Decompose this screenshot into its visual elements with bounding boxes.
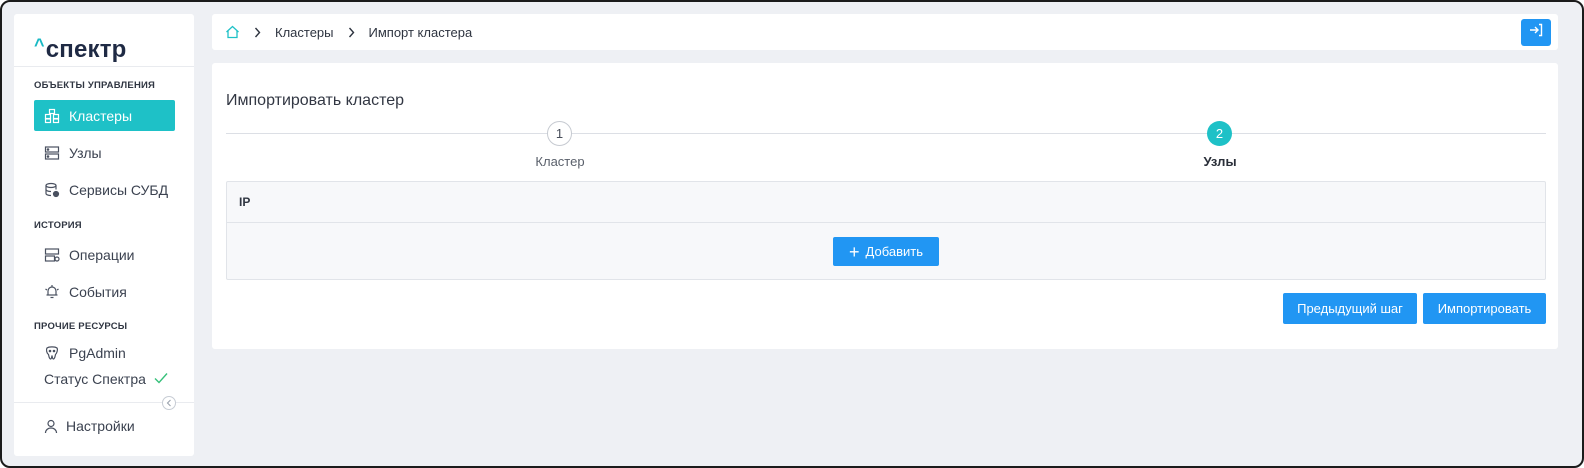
check-icon <box>154 371 168 387</box>
step-1-label: Кластер <box>535 154 585 169</box>
step-2-circle: 2 <box>1207 121 1232 146</box>
status-label: Статус Спектра <box>44 371 146 387</box>
sidebar-item-operations[interactable]: Операции <box>34 239 175 270</box>
previous-step-button[interactable]: Предыдущий шаг <box>1283 293 1417 324</box>
ip-table: IP + Добавить <box>226 181 1546 280</box>
page-title: Импортировать кластер <box>226 92 405 109</box>
breadcrumb-item-import-cluster: Импорт кластера <box>368 24 473 40</box>
sidebar-item-label: Узлы <box>69 144 102 161</box>
sidebar-item-label: Операции <box>69 246 135 263</box>
user-icon <box>44 419 58 434</box>
logout-button[interactable] <box>1521 19 1551 46</box>
top-bar: Кластеры Импорт кластера <box>212 14 1558 50</box>
logout-icon <box>1529 23 1543 42</box>
sidebar-item-dbms-services[interactable]: Сервисы СУБД <box>34 174 175 205</box>
nodes-icon <box>43 144 61 162</box>
breadcrumb-item-clusters[interactable]: Кластеры <box>275 25 334 40</box>
logo-caret: ^ <box>34 35 45 55</box>
sidebar-item-label: Кластеры <box>69 107 132 124</box>
sidebar-item-pgadmin[interactable]: PgAdmin <box>34 337 175 368</box>
sidebar-item-label: События <box>69 283 127 300</box>
sidebar-collapse-button[interactable] <box>162 396 176 410</box>
sidebar-item-nodes[interactable]: Узлы <box>34 137 175 168</box>
spektr-logo[interactable]: ^спектр <box>34 35 127 66</box>
events-icon <box>43 283 61 301</box>
chevron-left-icon <box>166 394 172 412</box>
step-2-label: Узлы <box>1203 154 1237 169</box>
step-1-circle[interactable]: 1 <box>547 121 572 146</box>
plus-icon: + <box>849 241 860 262</box>
home-icon[interactable] <box>225 25 240 39</box>
sidebar-item-label: Сервисы СУБД <box>69 181 169 198</box>
spektr-status[interactable]: Статус Спектра <box>44 371 168 387</box>
chevron-right-icon <box>254 27 261 38</box>
chevron-right-icon <box>348 27 355 38</box>
settings-label: Настройки <box>66 418 135 434</box>
clusters-icon <box>43 107 61 125</box>
sidebar-item-settings[interactable]: Настройки <box>44 418 135 434</box>
app-frame: ^спектр ОБЪЕКТЫ УПРАВЛЕНИЯ Кластеры Узлы <box>0 0 1584 468</box>
sidebar: ^спектр ОБЪЕКТЫ УПРАВЛЕНИЯ Кластеры Узлы <box>14 14 194 456</box>
import-cluster-card: Импортировать кластер 1 Кластер 2 Узлы I… <box>212 63 1558 349</box>
pgadmin-icon <box>43 344 61 362</box>
sidebar-divider <box>14 66 194 67</box>
section-title-history: ИСТОРИЯ <box>34 220 82 231</box>
ip-column-header: IP <box>227 182 1545 223</box>
sidebar-item-clusters[interactable]: Кластеры <box>34 100 175 131</box>
add-button-label: Добавить <box>865 244 923 259</box>
stepper-line <box>226 133 1546 134</box>
dbms-services-icon <box>43 181 61 199</box>
breadcrumb: Кластеры Импорт кластера <box>212 25 472 40</box>
section-title-other-resources: ПРОЧИЕ РЕСУРСЫ <box>34 321 128 332</box>
operations-icon <box>43 246 61 264</box>
sidebar-item-label: PgAdmin <box>69 344 126 361</box>
sidebar-item-events[interactable]: События <box>34 276 175 307</box>
logo-text: спектр <box>45 36 127 63</box>
import-button[interactable]: Импортировать <box>1423 293 1546 324</box>
section-title-management: ОБЪЕКТЫ УПРАВЛЕНИЯ <box>34 80 156 91</box>
add-ip-button[interactable]: + Добавить <box>833 237 939 266</box>
